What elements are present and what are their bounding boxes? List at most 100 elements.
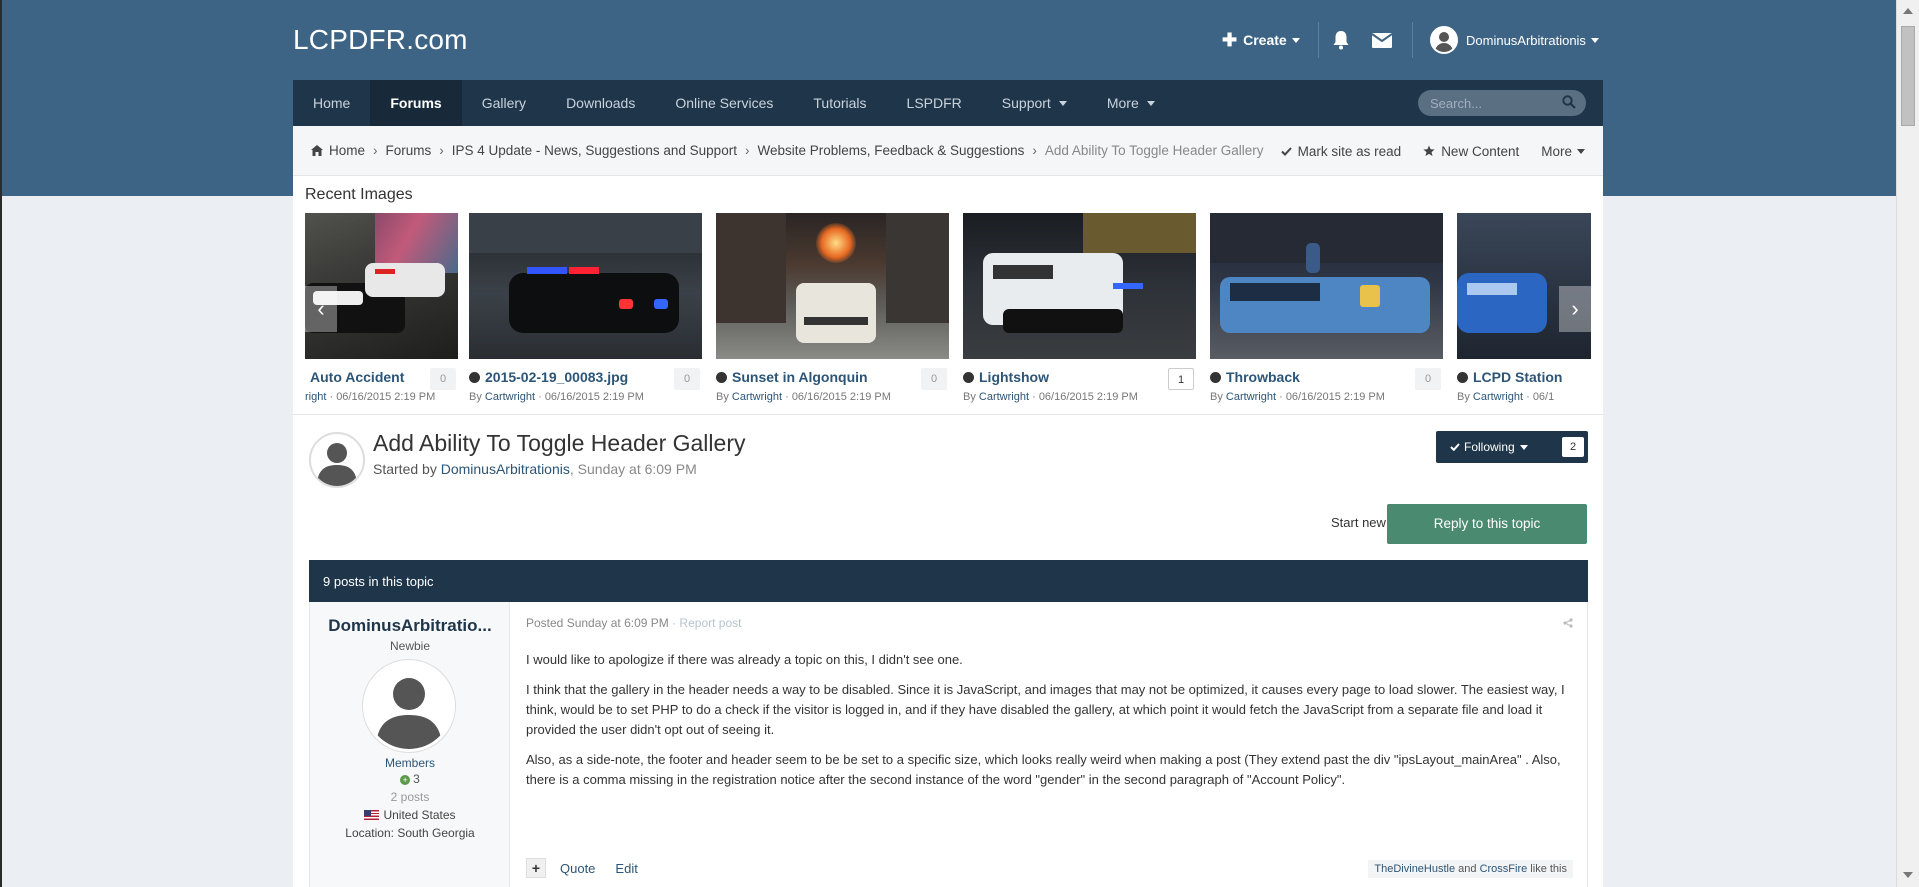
post-author-group[interactable]: Members	[310, 756, 510, 770]
avatar-silhouette-icon	[317, 443, 357, 486]
edit-button[interactable]: Edit	[615, 861, 637, 876]
following-label: Following	[1464, 440, 1515, 454]
image-meta: By Cartwright · 06/16/2015 2:19 PM	[716, 391, 891, 403]
nav-item-label: Gallery	[481, 95, 527, 111]
nav-item-online-services[interactable]: Online Services	[655, 80, 793, 126]
nav-item-label: Support	[1001, 95, 1051, 111]
avatar-silhouette-icon	[376, 678, 442, 749]
chevron-down-icon	[1519, 444, 1528, 450]
create-label: Create	[1243, 32, 1287, 48]
more-actions-button[interactable]: More	[1541, 144, 1585, 159]
post-author-location: Location: South Georgia	[345, 826, 475, 840]
vertical-scrollbar[interactable]	[1896, 0, 1919, 887]
chevron-left-icon: ‹	[317, 296, 325, 321]
post: DominusArbitratio... Newbie Members +3 2…	[309, 602, 1588, 887]
liker-link[interactable]: TheDivineHustle	[1374, 863, 1455, 875]
liker-link[interactable]: CrossFire	[1480, 863, 1528, 875]
post-meta: Posted Sunday at 6:09 PM · Report post	[526, 616, 741, 630]
image-card[interactable]: Throwback By Cartwright · 06/16/2015 2:1…	[1210, 213, 1443, 419]
topic-author-avatar[interactable]	[309, 432, 365, 488]
multiquote-button[interactable]: +	[526, 858, 546, 878]
site-logo[interactable]: LCPDFR.com	[293, 24, 468, 56]
image-title[interactable]: Auto Accident	[310, 369, 404, 385]
main-nav: Home Forums Gallery Downloads Online Service…	[293, 80, 1603, 126]
report-post-link[interactable]: · Report post	[669, 616, 741, 630]
post-author-name[interactable]: DominusArbitratio...	[320, 616, 500, 636]
nav-item-label: Downloads	[566, 95, 636, 111]
create-menu[interactable]: ✚ Create	[1222, 22, 1300, 58]
image-title[interactable]: Throwback	[1210, 369, 1300, 385]
scroll-down-icon[interactable]	[1903, 872, 1913, 878]
nav-item-support[interactable]: Support	[982, 80, 1087, 126]
breadcrumb-website-problems[interactable]: Website Problems, Feedback & Suggestions	[757, 143, 1024, 158]
image-meta: By Cartwright · 06/1	[1457, 391, 1555, 403]
image-thumbnail[interactable]	[716, 213, 949, 359]
scrollbar-thumb[interactable]	[1901, 26, 1915, 126]
nav-item-label: Home	[313, 95, 351, 111]
image-thumbnail[interactable]	[1210, 213, 1443, 359]
new-content-label: New Content	[1441, 143, 1520, 159]
status-dot	[1210, 371, 1221, 383]
chevron-right-icon: ›	[1571, 296, 1579, 321]
image-thumbnail[interactable]	[963, 213, 1196, 359]
nav-item-tutorials[interactable]: Tutorials	[793, 80, 886, 126]
status-dot	[469, 371, 480, 383]
image-thumbnail[interactable]	[469, 213, 702, 359]
scroll-up-icon[interactable]	[1903, 8, 1913, 14]
post-author-avatar[interactable]	[363, 660, 455, 752]
image-title[interactable]: 2015-02-19_00083.jpg	[469, 369, 628, 385]
status-dot	[1457, 371, 1468, 383]
reply-to-topic-button[interactable]: Reply to this topic	[1387, 504, 1587, 544]
divider	[1318, 22, 1319, 58]
user-menu[interactable]: DominusArbitrationis	[1430, 22, 1599, 58]
nav-item-home[interactable]: Home	[293, 80, 370, 126]
chevron-down-icon	[1577, 148, 1585, 154]
search-icon[interactable]	[1562, 95, 1576, 109]
breadcrumb-ips4-update[interactable]: IPS 4 Update - News, Suggestions and Sup…	[452, 143, 737, 158]
nav-item-downloads[interactable]: Downloads	[546, 80, 655, 126]
quote-button[interactable]: Quote	[560, 861, 595, 876]
breadcrumb-actions: Mark site as read New Content More	[1259, 126, 1585, 176]
notifications-button[interactable]	[1332, 22, 1350, 58]
post-author-panel: DominusArbitratio... Newbie Members +3 2…	[310, 602, 510, 887]
nav-item-forums[interactable]: Forums	[370, 80, 462, 126]
breadcrumb: Home › Forums › IPS 4 Update - News, Sug…	[293, 126, 1603, 176]
mark-site-read-label: Mark site as read	[1297, 143, 1402, 159]
recent-images-carousel: Auto Accident right · 06/16/2015 2:19 PM…	[305, 213, 1591, 419]
envelope-icon	[1372, 32, 1392, 48]
image-title[interactable]: Sunset in Algonquin	[716, 369, 868, 385]
nav-item-lspdfr[interactable]: LSPDFR	[887, 80, 982, 126]
nav-item-more[interactable]: More	[1087, 80, 1175, 126]
image-title[interactable]: Lightshow	[963, 369, 1049, 385]
us-flag-icon	[364, 810, 380, 820]
mark-site-read-button[interactable]: Mark site as read	[1280, 143, 1402, 159]
home-icon	[311, 145, 323, 156]
breadcrumb-home[interactable]: Home	[329, 143, 365, 158]
post-paragraph: I think that the gallery in the header n…	[526, 682, 1565, 737]
nav-item-gallery[interactable]: Gallery	[462, 80, 546, 126]
comment-count: 0	[921, 368, 947, 390]
more-actions-label: More	[1541, 143, 1572, 159]
image-card[interactable]: 2015-02-19_00083.jpg By Cartwright · 06/…	[469, 213, 702, 419]
nav-item-label: LSPDFR	[906, 95, 962, 111]
following-button[interactable]: Following 2	[1436, 431, 1588, 463]
comment-count: 1	[1168, 368, 1194, 390]
posts-count-bar: 9 posts in this topic	[309, 560, 1588, 602]
new-content-button[interactable]: New Content	[1423, 144, 1519, 159]
share-icon[interactable]	[1563, 618, 1573, 628]
status-dot	[963, 371, 974, 383]
post-date: Posted Sunday at 6:09 PM	[526, 616, 669, 630]
breadcrumb-separator: ›	[744, 143, 750, 158]
image-card[interactable]: Sunset in Algonquin By Cartwright · 06/1…	[716, 213, 949, 419]
topic-author-link[interactable]: DominusArbitrationis	[441, 461, 570, 477]
post-paragraph: Also, as a side-note, the footer and hea…	[526, 752, 1561, 787]
search-input[interactable]: Search...	[1418, 90, 1586, 116]
breadcrumb-forums[interactable]: Forums	[386, 143, 432, 158]
carousel-prev-button[interactable]: ‹	[305, 286, 337, 332]
recent-images-title: Recent Images	[305, 186, 413, 203]
carousel-next-button[interactable]: ›	[1559, 286, 1591, 332]
image-card[interactable]: Lightshow By Cartwright · 06/16/2015 2:1…	[963, 213, 1196, 419]
messages-button[interactable]	[1372, 22, 1392, 58]
post-author-rank: Newbie	[389, 639, 431, 653]
image-title[interactable]: LCPD Station	[1457, 369, 1562, 385]
